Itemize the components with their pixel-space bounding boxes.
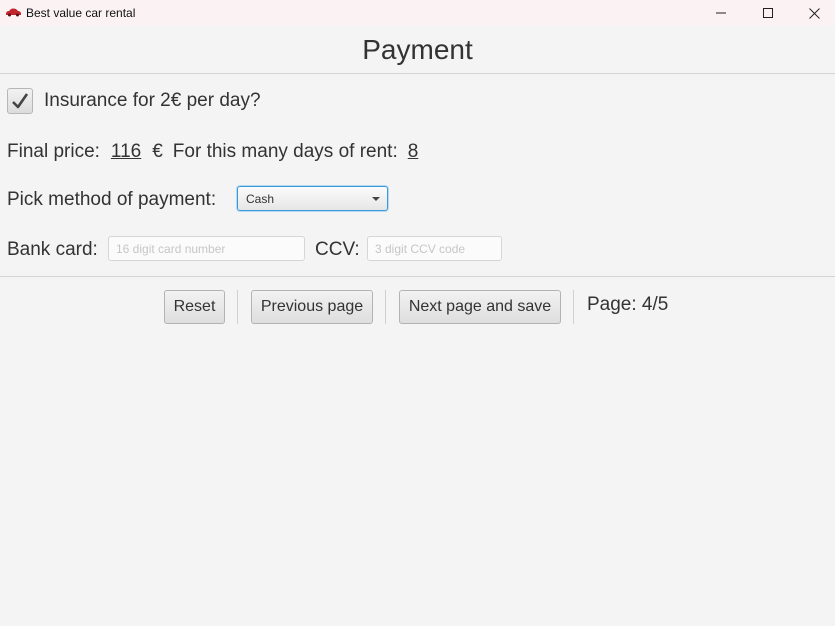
window-title: Best value car rental: [26, 6, 136, 20]
ccv-input[interactable]: [367, 236, 502, 261]
minimize-button[interactable]: [698, 0, 744, 26]
rent-days-value: 8: [407, 141, 419, 162]
insurance-checkbox[interactable]: [7, 88, 33, 114]
payment-row: Pick method of payment:: [7, 186, 216, 214]
title-bar: Best value car rental: [0, 0, 835, 26]
close-icon: [808, 7, 820, 19]
rent-days-label: For this many days of rent:: [172, 141, 398, 162]
insurance-row: Insurance for 2€ per day?: [7, 87, 261, 115]
close-button[interactable]: [791, 0, 835, 26]
reset-button[interactable]: Reset: [164, 290, 225, 324]
next-page-save-button[interactable]: Next page and save: [399, 290, 561, 324]
car-icon: [6, 8, 21, 17]
insurance-label: Insurance for 2€ per day?: [44, 90, 261, 111]
chevron-down-icon: [372, 197, 380, 201]
page-indicator: Page: 4/5: [587, 294, 669, 315]
previous-page-button[interactable]: Previous page: [251, 290, 373, 324]
minimize-icon: [716, 12, 726, 14]
footer-divider: [0, 276, 835, 277]
currency-label: €: [152, 141, 163, 162]
footer-separator: [573, 290, 574, 324]
page-header: Payment: [0, 26, 835, 74]
bank-card-label: Bank card:: [7, 239, 98, 260]
price-row: Final price: 116 € For this many days of…: [7, 140, 418, 164]
payment-method-dropdown[interactable]: Cash: [237, 186, 388, 211]
checkmark-icon: [12, 93, 29, 109]
ccv-label: CCV:: [315, 239, 360, 260]
app-window: Best value car rental Payment Insurance …: [0, 0, 835, 626]
footer-separator: [385, 290, 386, 324]
final-price-value: 116: [110, 141, 142, 162]
page-title: Payment: [362, 34, 473, 65]
payment-method-value: Cash: [246, 192, 275, 206]
final-price-label: Final price:: [7, 141, 100, 162]
card-number-input[interactable]: [108, 236, 305, 261]
maximize-icon: [763, 8, 773, 18]
maximize-button[interactable]: [745, 0, 791, 26]
footer-separator: [237, 290, 238, 324]
payment-method-label: Pick method of payment:: [7, 189, 217, 210]
